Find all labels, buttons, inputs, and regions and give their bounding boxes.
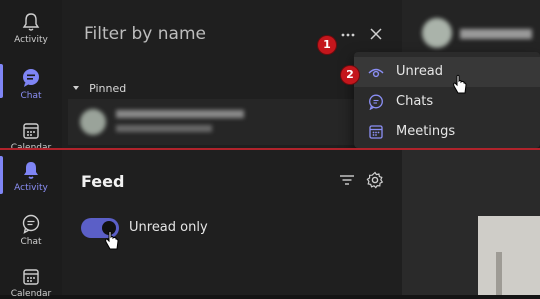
pinned-section-header[interactable]: Pinned	[72, 77, 126, 96]
pinned-chat-row[interactable]	[68, 99, 398, 145]
more-icon	[341, 33, 355, 37]
rail-item-activity-bottom[interactable]: Activity	[0, 160, 62, 193]
chat-icon	[23, 69, 39, 87]
chat-bubble-icon	[369, 94, 383, 110]
chat-preview-redacted	[116, 125, 212, 132]
menu-label-unread: Unread	[396, 64, 444, 79]
settings-button[interactable]	[366, 171, 384, 189]
rail-item-chat-bottom[interactable]: Chat	[0, 214, 62, 247]
app-rail-bottom: Activity Chat Calendar	[0, 150, 62, 299]
filter-lines-icon	[340, 175, 354, 185]
rail-label-chat: Chat	[20, 91, 42, 101]
rail-item-activity[interactable]: Activity	[0, 12, 62, 45]
feed-title: Feed	[81, 172, 125, 191]
rail-label-calendar-bottom: Calendar	[10, 289, 52, 299]
top-screenshot: Activity Chat Calendar Filter by name	[0, 0, 540, 153]
rail-item-chat[interactable]: Chat	[0, 68, 62, 101]
image-detail	[496, 252, 502, 295]
filter-button[interactable]	[338, 172, 356, 188]
calendar-icon	[23, 123, 39, 139]
feed-pane: Feed Unread only	[62, 150, 402, 295]
contact-name-redacted	[460, 29, 532, 39]
bell-icon	[24, 162, 38, 179]
step-badge-1: 1	[318, 36, 336, 54]
unread-only-label: Unread only	[129, 220, 208, 235]
chat-name-redacted	[116, 110, 244, 118]
background-image	[478, 216, 540, 295]
more-options-button[interactable]	[338, 26, 358, 42]
rail-label-activity: Activity	[14, 35, 48, 45]
hand-cursor-icon	[453, 74, 467, 94]
contact-avatar	[422, 18, 452, 48]
rail-label-activity-bottom: Activity	[14, 183, 48, 193]
filter-dropdown-menu: Unread Chats Meetings	[354, 52, 540, 148]
avatar	[80, 109, 106, 135]
bottom-screenshot: Activity Chat Calendar Feed Unread only	[0, 150, 540, 299]
bell-icon	[22, 13, 40, 31]
menu-label-chats: Chats	[396, 94, 434, 109]
calendar-icon	[23, 269, 39, 285]
hand-cursor-icon	[105, 230, 119, 250]
gear-icon	[366, 171, 384, 189]
step-badge-2: 2	[341, 66, 359, 84]
rail-item-calendar-bottom[interactable]: Calendar	[0, 268, 62, 299]
rail-label-chat-bottom: Chat	[20, 237, 42, 247]
close-button[interactable]	[368, 26, 384, 42]
menu-item-meetings[interactable]: Meetings	[354, 117, 540, 147]
chevron-down-icon	[73, 85, 79, 90]
calendar-grid-icon	[369, 125, 383, 139]
menu-label-meetings: Meetings	[396, 124, 456, 139]
content-area	[402, 150, 540, 295]
menu-item-chats[interactable]: Chats	[354, 87, 540, 117]
filter-input[interactable]: Filter by name	[84, 24, 206, 44]
pinned-label: Pinned	[89, 82, 127, 95]
app-rail: Activity Chat Calendar	[0, 0, 62, 153]
menu-item-unread[interactable]: Unread	[354, 57, 540, 87]
close-icon	[370, 28, 382, 40]
eye-icon	[368, 68, 384, 78]
chat-icon	[22, 214, 40, 234]
